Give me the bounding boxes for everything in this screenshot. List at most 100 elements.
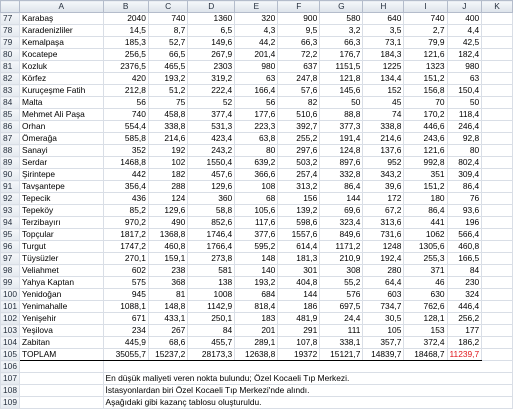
cell-value[interactable]: 193,2 <box>234 276 279 289</box>
cell-value[interactable]: 267,9 <box>187 48 236 61</box>
cell-value[interactable]: 121,8 <box>319 72 364 85</box>
cell-location-name[interactable]: Zabitan <box>18 336 104 349</box>
row-header[interactable]: 100 <box>0 288 20 301</box>
row-header[interactable]: 103 <box>0 324 20 337</box>
cell-total-value[interactable]: 28173,3 <box>187 348 236 361</box>
cell-value[interactable]: 442 <box>102 168 149 181</box>
cell-value[interactable]: 377,6 <box>234 228 279 241</box>
cell-value[interactable]: 214,6 <box>362 132 405 145</box>
cell-value[interactable]: 684 <box>234 288 279 301</box>
cell-value[interactable]: 639,2 <box>234 156 279 169</box>
cell-value[interactable]: 230 <box>446 276 483 289</box>
cell-value[interactable]: 144 <box>277 288 321 301</box>
cell-value[interactable]: 580 <box>319 12 364 25</box>
cell-value[interactable]: 366,6 <box>234 168 279 181</box>
cell-empty[interactable] <box>481 324 513 337</box>
cell-location-name[interactable]: Sanayi <box>18 144 104 157</box>
cell-value[interactable]: 82 <box>277 96 321 109</box>
column-header-j[interactable]: J <box>446 0 483 13</box>
cell-value[interactable]: 1088,1 <box>102 300 149 313</box>
cell-value[interactable]: 280 <box>362 264 405 277</box>
cell-value[interactable]: 117,6 <box>234 216 279 229</box>
cell-empty[interactable] <box>481 24 513 37</box>
cell-value[interactable]: 1305,6 <box>403 240 448 253</box>
cell-value[interactable]: 6,5 <box>187 24 236 37</box>
row-header[interactable]: 92 <box>0 192 20 205</box>
cell-value[interactable]: 72,2 <box>277 48 321 61</box>
cell-value[interactable]: 4,4 <box>446 24 483 37</box>
cell-value[interactable]: 3,2 <box>319 24 364 37</box>
cell-value[interactable]: 186 <box>277 300 321 313</box>
cell-value[interactable]: 9,5 <box>277 24 321 37</box>
cell-value[interactable]: 1747,2 <box>102 240 149 253</box>
cell-empty[interactable] <box>481 288 513 301</box>
cell-value[interactable]: 575 <box>102 276 149 289</box>
cell-value[interactable]: 196 <box>446 216 483 229</box>
row-header[interactable]: 90 <box>0 168 20 181</box>
cell-value[interactable]: 256,5 <box>102 48 149 61</box>
cell-value[interactable]: 356,4 <box>102 180 149 193</box>
row-header[interactable]: 83 <box>0 84 20 97</box>
cell-empty[interactable] <box>481 228 513 241</box>
cell-value[interactable]: 630 <box>403 288 448 301</box>
cell-value[interactable]: 319,2 <box>187 72 236 85</box>
cell-empty[interactable] <box>18 360 104 373</box>
row-header[interactable]: 89 <box>0 156 20 169</box>
cell-value[interactable]: 446,6 <box>403 120 448 133</box>
cell-location-name[interactable]: Yenimahalle <box>18 300 104 313</box>
cell-value[interactable]: 818,4 <box>234 300 279 313</box>
row-header[interactable]: 82 <box>0 72 20 85</box>
cell-value[interactable]: 1817,2 <box>102 228 149 241</box>
cell-value[interactable]: 121,6 <box>403 48 448 61</box>
cell-location-name[interactable]: Tavşantepe <box>18 180 104 193</box>
cell-value[interactable]: 52,7 <box>147 36 189 49</box>
row-header[interactable]: 109 <box>0 396 20 409</box>
cell-value[interactable]: 84 <box>187 324 236 337</box>
cell-value[interactable]: 731,6 <box>362 228 405 241</box>
cell-value[interactable]: 124 <box>147 192 189 205</box>
cell-location-name[interactable]: Kuruçeşme Fatih <box>18 84 104 97</box>
cell-value[interactable]: 30,5 <box>362 312 405 325</box>
cell-total-value[interactable]: 18468,7 <box>403 348 448 361</box>
cell-empty[interactable] <box>18 384 104 397</box>
cell-location-name[interactable]: Tüysüzler <box>18 252 104 265</box>
row-header[interactable]: 88 <box>0 144 20 157</box>
cell-value[interactable]: 45 <box>362 96 405 109</box>
cell-value[interactable]: 1746,4 <box>187 228 236 241</box>
cell-value[interactable]: 66,3 <box>319 36 364 49</box>
cell-location-name[interactable]: Tepecik <box>18 192 104 205</box>
cell-value[interactable]: 44,2 <box>234 36 279 49</box>
cell-value[interactable]: 2376,5 <box>102 60 149 73</box>
cell-value[interactable]: 980 <box>234 60 279 73</box>
cell-value[interactable]: 201 <box>234 324 279 337</box>
cell-location-name[interactable]: Turgut <box>18 240 104 253</box>
cell-empty[interactable] <box>481 48 513 61</box>
cell-value[interactable]: 420 <box>102 72 149 85</box>
row-header[interactable]: 99 <box>0 276 20 289</box>
cell-empty[interactable] <box>481 276 513 289</box>
cell-value[interactable]: 510,6 <box>277 108 321 121</box>
cell-value[interactable]: 140 <box>234 264 279 277</box>
cell-value[interactable]: 267 <box>147 324 189 337</box>
cell-value[interactable]: 182 <box>147 168 189 181</box>
cell-value[interactable]: 288 <box>147 180 189 193</box>
cell-value[interactable]: 372,4 <box>403 336 448 349</box>
cell-empty[interactable] <box>481 300 513 313</box>
cell-value[interactable]: 64,4 <box>362 276 405 289</box>
cell-value[interactable]: 603 <box>362 288 405 301</box>
cell-total-value[interactable]: 15237,2 <box>147 348 189 361</box>
cell-value[interactable]: 490 <box>147 216 189 229</box>
cell-empty[interactable] <box>481 180 513 193</box>
cell-value[interactable]: 52 <box>187 96 236 109</box>
cell-value[interactable]: 1171,2 <box>319 240 364 253</box>
cell-value[interactable]: 357,7 <box>362 336 405 349</box>
cell-location-name[interactable]: Ömerağa <box>18 132 104 145</box>
cell-value[interactable]: 183 <box>234 312 279 325</box>
cell-value[interactable]: 1557,6 <box>277 228 321 241</box>
cell-value[interactable]: 129,6 <box>147 204 189 217</box>
cell-value[interactable]: 134,4 <box>362 72 405 85</box>
cell-value[interactable]: 63,8 <box>234 132 279 145</box>
cell-value[interactable]: 352 <box>102 144 149 157</box>
cell-value[interactable]: 181,3 <box>277 252 321 265</box>
cell-value[interactable]: 63 <box>446 72 483 85</box>
